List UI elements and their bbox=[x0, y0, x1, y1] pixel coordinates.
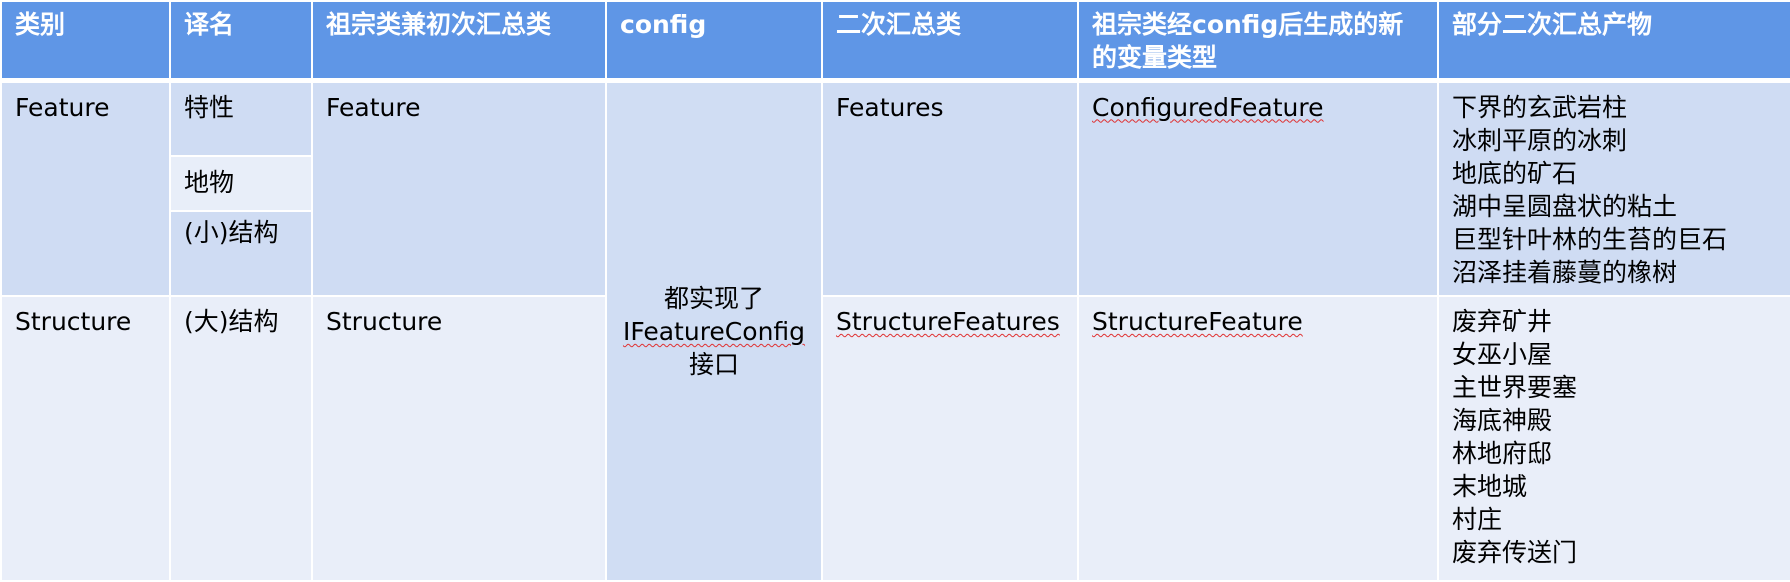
feature-new-type-text: ConfiguredFeature bbox=[1092, 92, 1324, 122]
list-item: 废弃矿井 bbox=[1452, 307, 1553, 336]
feature-secondary-cell: Features bbox=[821, 79, 1079, 297]
header-category: 类别 bbox=[0, 0, 171, 83]
structure-secondary-text: StructureFeatures bbox=[836, 307, 1060, 336]
header-secondary: 二次汇总类 bbox=[821, 0, 1079, 83]
header-config: config bbox=[605, 0, 823, 83]
feature-translation-cell: 特性 bbox=[169, 79, 313, 157]
config-line-1: 都实现了 bbox=[663, 283, 764, 313]
structure-secondary-cell: StructureFeatures bbox=[821, 295, 1079, 582]
list-item: 女巫小屋 bbox=[1452, 340, 1553, 369]
header-row: 类别 译名 祖宗类兼初次汇总类 config 二次汇总类 祖宗类经config后… bbox=[0, 0, 1790, 83]
structure-new-type-cell: StructureFeature bbox=[1077, 295, 1439, 582]
list-item: 村庄 bbox=[1452, 505, 1503, 534]
header-translation: 译名 bbox=[169, 0, 313, 83]
list-item: 末地城 bbox=[1452, 472, 1528, 501]
list-item: 地底的矿石 bbox=[1452, 158, 1578, 188]
list-item: 主世界要塞 bbox=[1452, 373, 1578, 402]
header-ancestor: 祖宗类兼初次汇总类 bbox=[311, 0, 607, 83]
feature-category-cell: Feature bbox=[0, 79, 171, 297]
list-item: 下界的玄武岩柱 bbox=[1452, 92, 1628, 122]
config-cell: 都实现了 IFeatureConfig 接口 bbox=[605, 79, 823, 582]
structure-translation-cell: (大)结构 bbox=[169, 295, 313, 582]
feature-structure-table: 类别 译名 祖宗类兼初次汇总类 config 二次汇总类 祖宗类经config后… bbox=[0, 0, 1790, 582]
header-new-type: 祖宗类经config后生成的新的变量类型 bbox=[1077, 0, 1439, 83]
list-item: 冰刺平原的冰刺 bbox=[1452, 125, 1628, 155]
list-item: 湖中呈圆盘状的粘土 bbox=[1452, 191, 1678, 221]
feature-ancestor-cell: Feature bbox=[311, 79, 607, 297]
config-line-2: IFeatureConfig bbox=[622, 316, 806, 346]
list-item: 巨型针叶林的生苔的巨石 bbox=[1452, 224, 1728, 254]
structure-new-type-text: StructureFeature bbox=[1092, 307, 1303, 336]
feature-translation-cell-3: (小)结构 bbox=[169, 210, 313, 297]
header-products: 部分二次汇总产物 bbox=[1437, 0, 1790, 83]
list-item: 废弃传送门 bbox=[1452, 538, 1578, 567]
feature-new-type-cell: ConfiguredFeature bbox=[1077, 79, 1439, 297]
structure-category-cell: Structure bbox=[0, 295, 171, 582]
config-line-3: 接口 bbox=[688, 349, 739, 379]
feature-row: Feature 特性 Feature 都实现了 IFeatureConfig 接… bbox=[0, 79, 1790, 582]
structure-row: Structure (大)结构 Structure StructureFeatu… bbox=[0, 295, 1790, 582]
structure-products-cell: 废弃矿井 女巫小屋 主世界要塞 海底神殿 林地府邸 末地城 村庄 废弃传送门 bbox=[1437, 295, 1790, 582]
list-item: 林地府邸 bbox=[1452, 439, 1553, 468]
structure-ancestor-cell: Structure bbox=[311, 295, 607, 582]
feature-translation-cell-2: 地物 bbox=[169, 155, 313, 212]
list-item: 沼泽挂着藤蔓的橡树 bbox=[1452, 257, 1678, 287]
list-item: 海底神殿 bbox=[1452, 406, 1553, 435]
feature-products-cell: 下界的玄武岩柱 冰刺平原的冰刺 地底的矿石 湖中呈圆盘状的粘土 巨型针叶林的生苔… bbox=[1437, 79, 1790, 297]
